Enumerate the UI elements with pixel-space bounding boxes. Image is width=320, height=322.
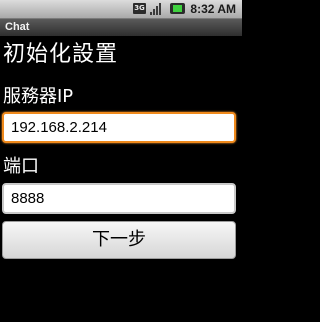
server-ip-label: 服務器IP [3,86,74,107]
battery-icon [170,3,185,14]
signal-icon [150,3,164,15]
server-ip-input[interactable]: 192.168.2.214 [2,112,236,143]
app-title: Chat [5,21,30,33]
port-input[interactable]: 8888 [2,183,236,214]
status-time: 8:32 AM [190,2,236,16]
app-title-bar: Chat [0,19,242,36]
page-title: 初始化設置 [3,42,119,67]
status-bar: 3G 8:32 AM [0,0,242,19]
next-step-button[interactable]: 下一步 [2,221,236,259]
port-label: 端口 [3,156,39,177]
3g-icon: 3G [133,3,146,14]
